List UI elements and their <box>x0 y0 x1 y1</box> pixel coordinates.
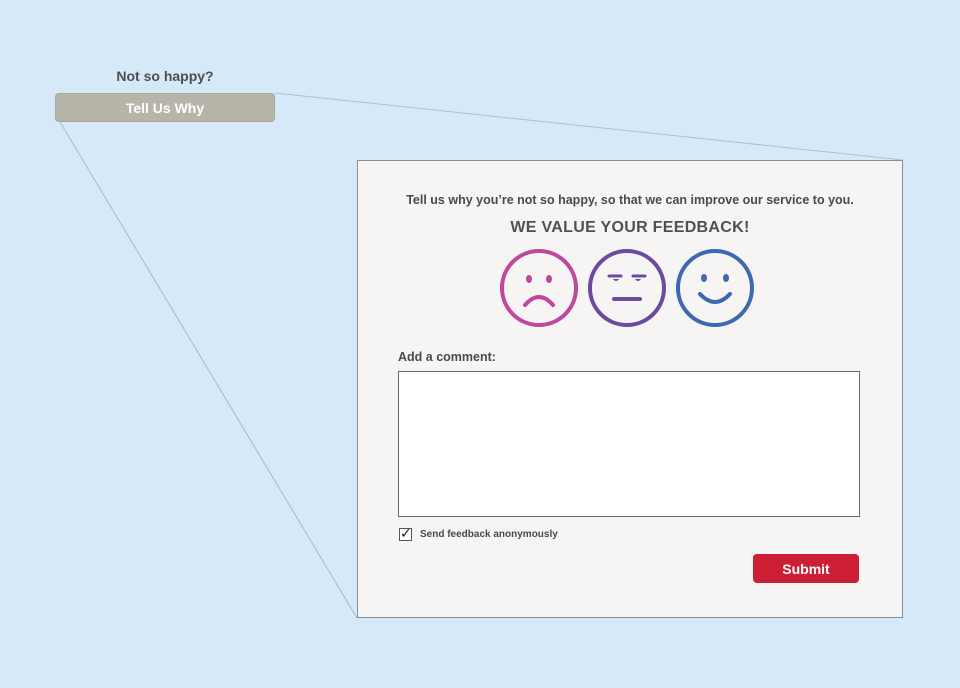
anonymous-checkbox[interactable]: ✓ <box>399 526 412 542</box>
neutral-face-icon[interactable] <box>587 248 667 328</box>
feedback-panel: Tell us why you’re not so happy, so that… <box>357 160 903 618</box>
not-so-happy-label: Not so happy? <box>116 68 214 84</box>
checkmark-icon: ✓ <box>400 526 412 542</box>
rating-faces <box>499 248 755 328</box>
feedback-headline: WE VALUE YOUR FEEDBACK! <box>510 219 750 236</box>
anonymous-row: ✓ Send feedback anonymously <box>399 526 558 542</box>
tell-us-why-button[interactable]: Tell Us Why <box>55 93 275 122</box>
feedback-intro-text: Tell us why you’re not so happy, so that… <box>406 193 854 207</box>
comment-textarea[interactable] <box>398 371 860 517</box>
comment-label: Add a comment: <box>398 350 496 364</box>
submit-button[interactable]: Submit <box>753 554 859 583</box>
anonymous-label: Send feedback anonymously <box>420 529 558 540</box>
happy-face-icon[interactable] <box>675 248 755 328</box>
sad-face-icon[interactable] <box>499 248 579 328</box>
